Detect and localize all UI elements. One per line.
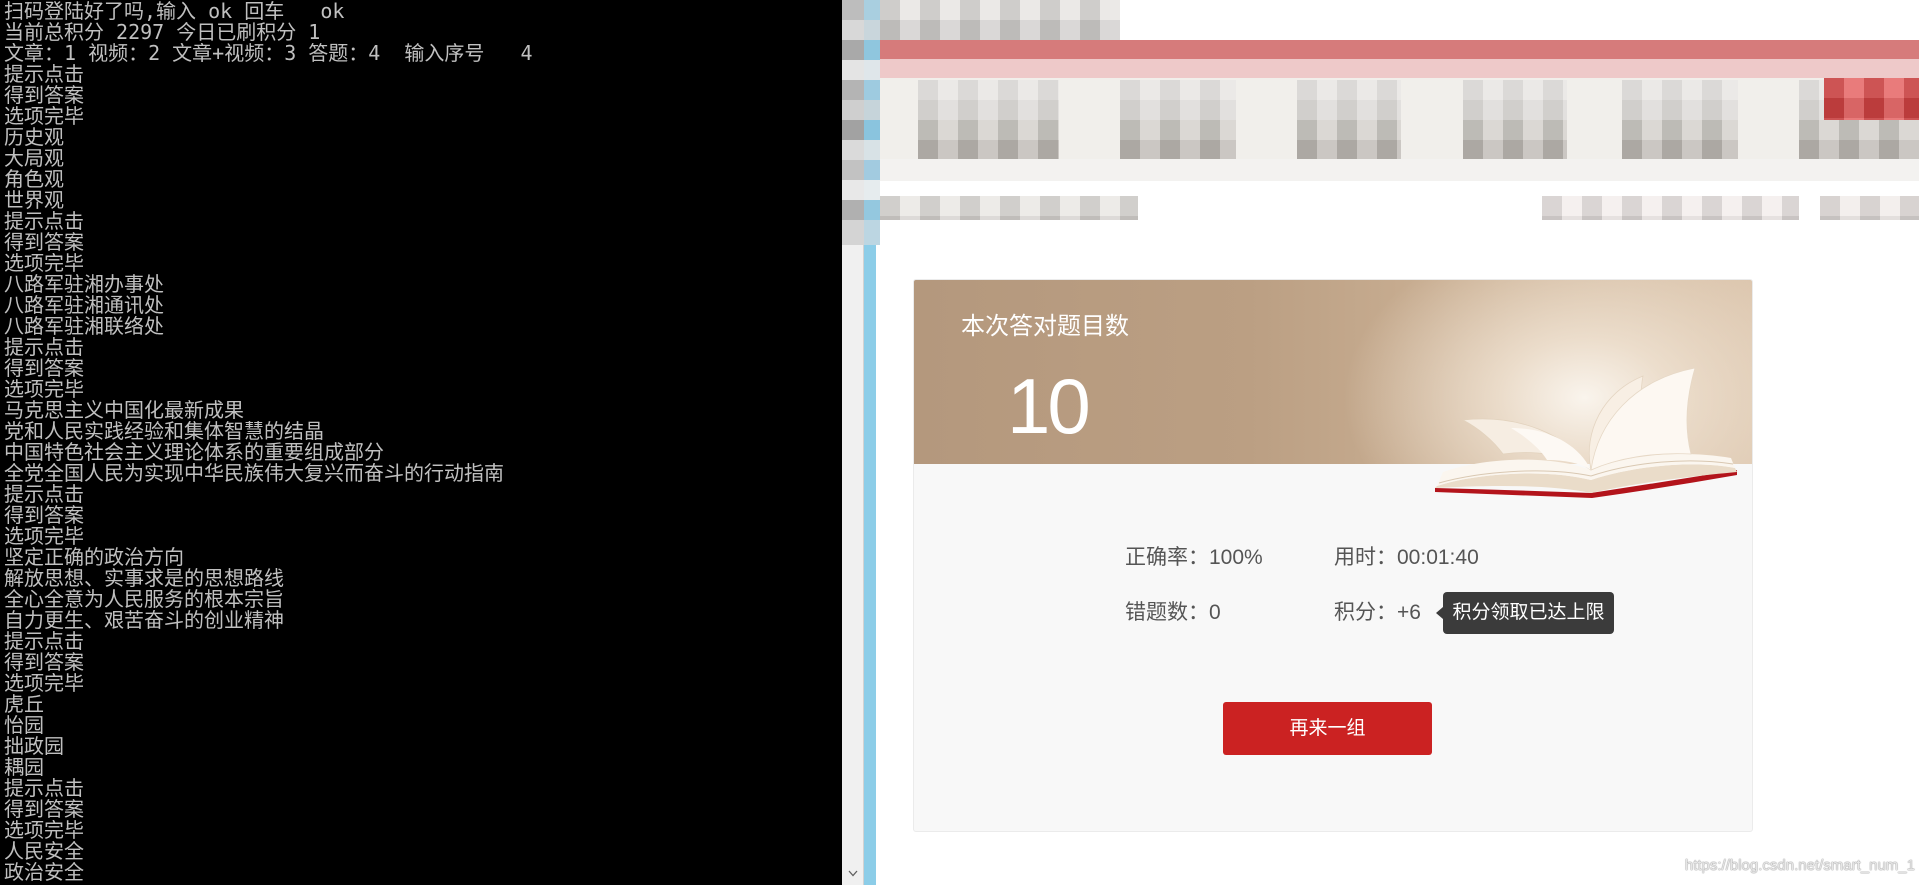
blurred-nav-item[interactable]	[1622, 80, 1738, 159]
points-limit-tooltip: 积分领取已达上限	[1436, 592, 1614, 634]
blurred-nav-bar	[880, 78, 1919, 159]
blurred-nav-item[interactable]	[1297, 80, 1401, 159]
console-line: 选项完毕	[4, 379, 84, 400]
console-line: 选项完毕	[4, 526, 84, 547]
blurred-nav-item[interactable]	[918, 80, 1059, 159]
console-line: 角色观	[4, 169, 64, 190]
wrong-count-stat: 错题数：0	[1125, 601, 1221, 625]
console-line: 提示点击	[4, 778, 84, 799]
points-value: +6	[1397, 601, 1421, 624]
console-line: 全党全国人民为实现中华民族伟大复兴而奋斗的行动指南	[4, 463, 504, 484]
console-line: 政治安全	[4, 862, 84, 883]
console-line: 文章：1 视频：2 文章+视频：3 答题：4 输入序号 4	[4, 43, 533, 64]
console-line: 马克思主义中国化最新成果	[4, 400, 244, 421]
console-line: 提示点击	[4, 64, 84, 85]
console-line: 得到答案	[4, 232, 84, 253]
points-stat: 积分：+6	[1334, 601, 1421, 625]
console-line: 扫码登陆好了吗,输入 ok 回车 ok	[4, 1, 345, 22]
chevron-down-icon	[848, 870, 857, 877]
watermark: https://blog.csdn.net/smart_num_1	[1684, 857, 1915, 874]
quiz-result-card: 本次答对题目数 10 正确率：100% 用时：00:01:40 错题数：0 积分…	[913, 279, 1753, 832]
console-line: 人民安全	[4, 841, 84, 862]
console-line: 八路军驻湘办事处	[4, 274, 164, 295]
site-header-red-band	[880, 40, 1919, 59]
console-line: 当前总积分 2297 今日已刷积分 1	[4, 22, 321, 43]
console-line: 得到答案	[4, 358, 84, 379]
console-line: 提示点击	[4, 631, 84, 652]
scroll-down-button[interactable]	[842, 862, 863, 885]
browser-page: 本次答对题目数 10 正确率：100% 用时：00:01:40 错题数：0 积分…	[880, 0, 1919, 885]
points-label: 积分：	[1334, 601, 1397, 624]
retry-button[interactable]: 再来一组	[1223, 702, 1432, 755]
open-book-icon	[1435, 367, 1737, 498]
console-line: 得到答案	[4, 85, 84, 106]
console-line: 大局观	[4, 148, 64, 169]
console-line: 选项完毕	[4, 820, 84, 841]
time-used-label: 用时：	[1334, 546, 1397, 569]
console-line: 八路军驻湘通讯处	[4, 295, 164, 316]
console-window[interactable]: 扫码登陆好了吗,输入 ok 回车 ok 当前总积分 2297 今日已刷积分 1 …	[0, 0, 842, 885]
console-line: 提示点击	[4, 484, 84, 505]
console-line: 选项完毕	[4, 673, 84, 694]
console-line: 坚定正确的政治方向	[4, 547, 184, 568]
time-used-stat: 用时：00:01:40	[1334, 546, 1479, 570]
accuracy-label: 正确率：	[1125, 546, 1209, 569]
console-line: 党和人民实践经验和集体智慧的结晶	[4, 421, 324, 442]
console-line: 选项完毕	[4, 253, 84, 274]
console-line: 自力更生、艰苦奋斗的创业精神	[4, 610, 284, 631]
console-line: 世界观	[4, 190, 64, 211]
blurred-nav-item[interactable]	[1463, 80, 1567, 159]
console-line: 得到答案	[4, 652, 84, 673]
time-used-value: 00:01:40	[1397, 546, 1479, 569]
site-header-pink-band	[880, 59, 1919, 78]
blurred-breadcrumb	[880, 196, 1138, 220]
console-line: 提示点击	[4, 211, 84, 232]
accuracy-stat: 正确率：100%	[1125, 546, 1263, 570]
blurred-nav-item[interactable]	[1120, 80, 1236, 159]
console-line: 得到答案	[4, 505, 84, 526]
console-line: 历史观	[4, 127, 64, 148]
wrong-count-label: 错题数：	[1125, 601, 1209, 624]
blurred-header-links	[1542, 196, 1799, 220]
console-line: 虎丘	[4, 694, 44, 715]
wrong-count-value: 0	[1209, 601, 1221, 624]
blurred-scrollbar-area	[842, 0, 864, 245]
console-line: 八路军驻湘联络处	[4, 316, 164, 337]
console-line: 解放思想、实事求是的思想路线	[4, 568, 284, 589]
blurred-top-bar	[880, 0, 1120, 40]
console-line: 拙政园	[4, 736, 64, 757]
console-line: 怡园	[4, 715, 44, 736]
console-line: 得到答案	[4, 799, 84, 820]
console-line: 耦园	[4, 757, 44, 778]
blurred-nav-action[interactable]	[1824, 78, 1919, 120]
correct-count: 10	[1007, 362, 1091, 450]
blurred-window-edge	[864, 0, 880, 245]
console-line: 中国特色社会主义理论体系的重要组成部分	[4, 442, 384, 463]
console-line: 全心全意为人民服务的根本宗旨	[4, 589, 284, 610]
console-line: 提示点击	[4, 337, 84, 358]
accuracy-value: 100%	[1209, 546, 1263, 569]
blurred-header-links	[1820, 196, 1919, 220]
blurred-sub-bar	[880, 159, 1919, 181]
result-title: 本次答对题目数	[961, 313, 1129, 340]
console-line: 选项完毕	[4, 106, 84, 127]
